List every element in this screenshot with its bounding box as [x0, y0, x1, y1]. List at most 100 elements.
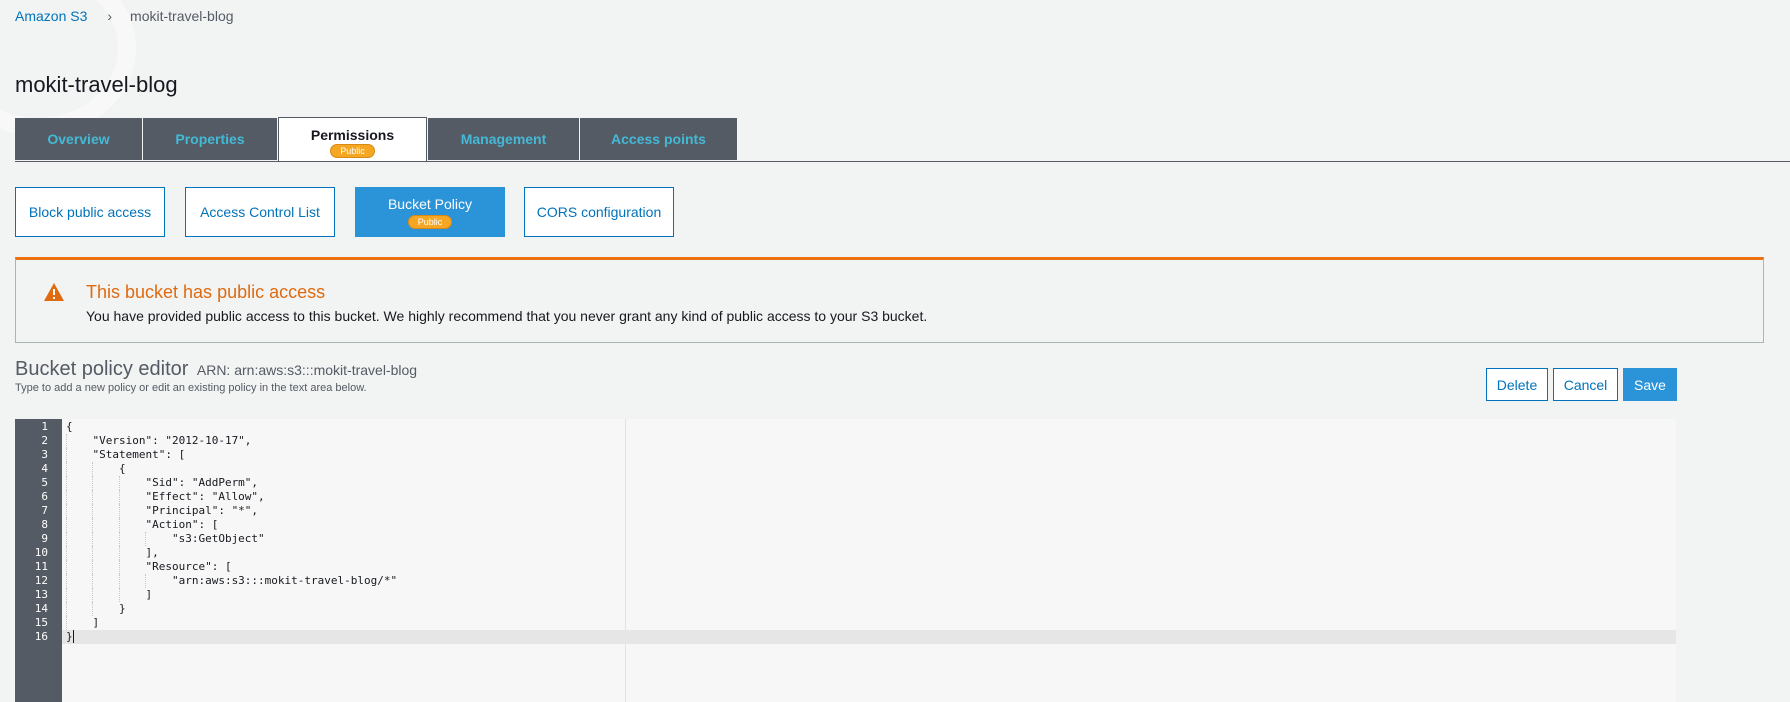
tab-management[interactable]: Management [428, 118, 579, 160]
indent-guide [66, 546, 67, 560]
indent-guide [92, 490, 94, 504]
indent-guide [145, 574, 147, 588]
indent-guide [66, 490, 67, 504]
indent-guide [145, 532, 147, 546]
chevron-right-icon: › [107, 8, 113, 24]
line-number-gutter: 1 2 3 4 5 6 7 8 9 10 11 12 13 14 15 16 [15, 419, 62, 702]
subtab-cors-configuration[interactable]: CORS configuration [524, 187, 674, 237]
tab-label: Overview [47, 131, 110, 147]
indent-guide [66, 574, 67, 588]
indent-guide [92, 476, 94, 490]
indent-guide [92, 602, 94, 616]
code-line: "Principal": "*", [66, 504, 259, 517]
tab-label: Permissions [310, 127, 395, 143]
tab-properties[interactable]: Properties [143, 118, 277, 160]
tab-permissions[interactable]: Permissions Public [278, 117, 427, 161]
print-margin [625, 419, 626, 702]
public-badge: Public [407, 214, 453, 229]
line-number: 4 [41, 462, 48, 475]
indent-guide [118, 476, 120, 490]
save-button[interactable]: Save [1623, 368, 1677, 401]
editor-subtitle: Type to add a new policy or edit an exis… [15, 382, 367, 394]
code-line: "Resource": [ [66, 560, 232, 573]
code-line: ], [66, 546, 159, 559]
alert-title: This bucket has public access [86, 282, 326, 302]
line-number: 7 [41, 504, 48, 517]
indent-guide [118, 518, 120, 532]
text-cursor [72, 630, 74, 643]
bucket-tabs: Overview Properties Permissions Public M… [15, 117, 1790, 162]
active-line-highlight [62, 630, 1676, 644]
public-badge: Public [330, 144, 375, 158]
page-title: mokit-travel-blog [15, 72, 178, 97]
indent-guide [118, 560, 120, 574]
indent-guide [118, 532, 120, 546]
breadcrumb-root-link[interactable]: Amazon S3 [15, 8, 87, 24]
alert-message: You have provided public access to this … [86, 308, 928, 324]
indent-guide [92, 560, 94, 574]
indent-guide [92, 546, 94, 560]
delete-button[interactable]: Delete [1486, 368, 1548, 401]
indent-guide [118, 546, 120, 560]
subtab-label: Block public access [28, 204, 152, 220]
line-number: 3 [41, 448, 48, 461]
editor-title: Bucket policy editor [15, 358, 189, 380]
indent-guide [66, 616, 67, 630]
subtab-bucket-policy[interactable]: Bucket Policy Public [355, 187, 505, 237]
code-line: "Statement": [ [66, 448, 186, 461]
indent-guide [118, 588, 120, 602]
indent-guide [66, 504, 67, 518]
subtab-access-control-list[interactable]: Access Control List [185, 187, 335, 237]
line-number: 2 [41, 434, 48, 447]
line-number: 12 [34, 574, 48, 587]
indent-guide [118, 490, 120, 504]
indent-guide [118, 504, 120, 518]
subtab-block-public-access[interactable]: Block public access [15, 187, 165, 237]
indent-guide [66, 532, 67, 546]
indent-guide [92, 532, 94, 546]
subtab-label: CORS configuration [536, 204, 662, 220]
code-line: ] [66, 616, 100, 629]
cancel-button[interactable]: Cancel [1553, 368, 1618, 401]
code-line: "Effect": "Allow", [66, 490, 265, 503]
line-number: 9 [41, 532, 48, 545]
warning-icon [43, 282, 65, 302]
line-number: 16 [34, 630, 48, 643]
code-line: } [66, 602, 126, 615]
indent-guide [66, 448, 67, 462]
tab-label: Properties [175, 131, 245, 147]
indent-guide [66, 518, 67, 532]
editor-header: Bucket policy editor ARN: arn:aws:s3:::m… [15, 358, 417, 381]
policy-code-editor[interactable]: 1 2 3 4 5 6 7 8 9 10 11 12 13 14 15 16 { "Version": "20… [15, 419, 1676, 702]
code-line: "Sid": "AddPerm", [66, 476, 259, 489]
breadcrumb: Amazon S3 › mokit-travel-blog [15, 8, 234, 24]
indent-guide [92, 588, 94, 602]
line-number: 14 [34, 602, 48, 615]
tab-label: Management [460, 131, 547, 147]
indent-guide [66, 588, 67, 602]
bucket-arn: ARN: arn:aws:s3:::mokit-travel-blog [196, 362, 418, 378]
code-line: ] [66, 588, 153, 601]
tab-access-points[interactable]: Access points [580, 118, 737, 160]
indent-guide [92, 574, 94, 588]
indent-guide [66, 602, 67, 616]
subtab-label: Bucket Policy [387, 195, 473, 212]
line-number: 15 [34, 616, 48, 629]
indent-guide [66, 434, 67, 448]
line-number: 11 [34, 560, 48, 573]
indent-guide [92, 462, 94, 476]
indent-guide [92, 518, 94, 532]
code-line: "arn:aws:s3:::mokit-travel-blog/*" [66, 574, 398, 587]
line-number: 5 [41, 476, 48, 489]
line-number: 13 [34, 588, 48, 601]
indent-guide [66, 462, 67, 476]
line-number: 6 [41, 490, 48, 503]
code-line: "s3:GetObject" [66, 532, 265, 545]
tab-overview[interactable]: Overview [15, 118, 142, 160]
tab-label: Access points [611, 131, 706, 147]
breadcrumb-current: mokit-travel-blog [130, 8, 234, 24]
public-access-alert: This bucket has public access You have p… [15, 257, 1764, 343]
code-line: "Version": "2012-10-17", [66, 434, 252, 447]
indent-guide [66, 560, 67, 574]
code-line: { [66, 462, 126, 475]
